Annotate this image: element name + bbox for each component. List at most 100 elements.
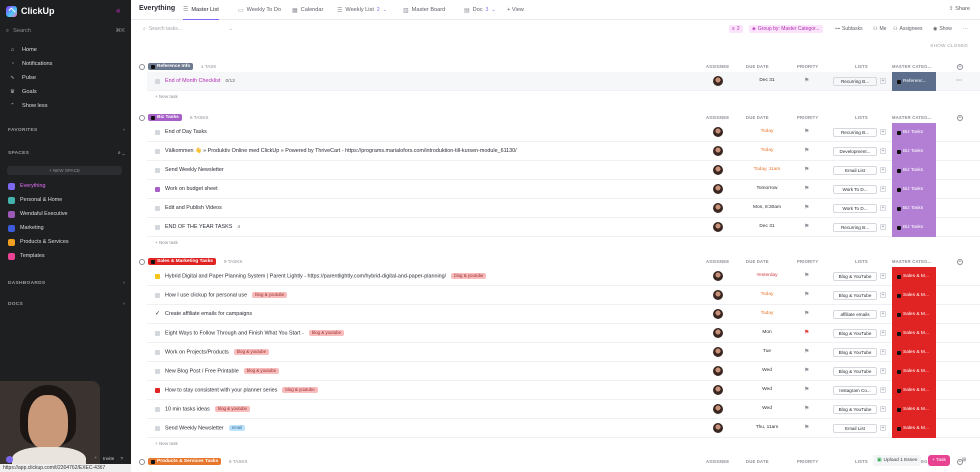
- master-category-cell[interactable]: Biz Tasks: [892, 142, 936, 161]
- show-menu[interactable]: ◉ Show: [933, 25, 952, 33]
- master-category-cell[interactable]: Biz Tasks: [892, 218, 936, 237]
- due-date[interactable]: Tomorrow: [748, 186, 786, 191]
- search-icon[interactable]: ⌕ ⌄: [118, 150, 125, 156]
- status-indicator[interactable]: [155, 187, 160, 192]
- task-tag[interactable]: blog & youtube: [214, 406, 250, 412]
- assignee-avatar[interactable]: [713, 404, 723, 414]
- master-category-cell[interactable]: Biz Tasks: [892, 180, 936, 199]
- sidebar-search[interactable]: ⌕ Search ⌘K: [6, 26, 125, 36]
- favorites-section[interactable]: FAVORITES ›: [8, 128, 125, 133]
- sidebar-item-home[interactable]: ⌂ Home: [0, 44, 131, 56]
- assignee-avatar[interactable]: [713, 423, 723, 433]
- assignee-avatar[interactable]: [713, 146, 723, 156]
- new-task-link[interactable]: + New task: [155, 94, 178, 99]
- more-options-icon[interactable]: ⋯: [963, 25, 968, 33]
- space-item-personal-home[interactable]: Personal & Home: [0, 194, 131, 206]
- assignee-avatar[interactable]: [713, 347, 723, 357]
- task-name[interactable]: Send Weekly Newsletter email: [165, 425, 246, 431]
- due-date[interactable]: Yesterday: [748, 273, 786, 278]
- priority-flag-icon[interactable]: ⚑: [804, 386, 810, 394]
- status-indicator[interactable]: [155, 79, 160, 84]
- due-date[interactable]: Wed: [748, 387, 786, 392]
- assignee-avatar[interactable]: [713, 222, 723, 232]
- task-tag[interactable]: email: [228, 425, 246, 431]
- task-title[interactable]: END OF THE YEAR TASKS: [165, 224, 232, 230]
- master-category-cell[interactable]: Sales & M...: [892, 343, 936, 362]
- task-name[interactable]: Edit and Publish Videos: [165, 205, 222, 211]
- master-category-cell[interactable]: Sales & M...: [892, 267, 936, 286]
- priority-flag-icon[interactable]: ⚑: [804, 329, 810, 337]
- due-date[interactable]: Dec 31: [748, 224, 786, 229]
- master-category-cell[interactable]: Sales & M...: [892, 381, 936, 400]
- priority-flag-icon[interactable]: ⚑: [804, 405, 810, 413]
- task-tag[interactable]: blog & youtube: [451, 273, 487, 279]
- space-item-marketing[interactable]: Marketing: [0, 222, 131, 234]
- list-chip[interactable]: Recurring B...: [833, 223, 877, 232]
- filter-chip[interactable]: ≡ 2: [729, 25, 743, 33]
- task-tag[interactable]: blog & youtube: [233, 349, 270, 355]
- list-chip[interactable]: Work To D...: [833, 204, 877, 213]
- column-header-assignee[interactable]: ASSIGNEE: [706, 459, 729, 464]
- group-tag[interactable]: Biz Tasks: [148, 114, 182, 121]
- master-category-cell[interactable]: Sales & M...: [892, 400, 936, 419]
- list-chip[interactable]: Instagram Co...: [833, 386, 877, 395]
- status-indicator[interactable]: [155, 426, 160, 431]
- table-row[interactable]: End of Month Checklist 0/13 Dec 31 ⚑ Recurri…: [147, 72, 980, 91]
- task-title[interactable]: Work on budget sheet: [165, 186, 218, 192]
- add-list-icon[interactable]: +: [880, 129, 886, 135]
- list-chip[interactable]: Blog & YouTube: [833, 329, 877, 338]
- task-name[interactable]: Eight Ways to Follow Through and Finish …: [165, 330, 345, 336]
- new-task-button[interactable]: + Task: [928, 455, 950, 466]
- status-indicator[interactable]: [155, 168, 160, 173]
- master-category-cell[interactable]: Sales & M...: [892, 324, 936, 343]
- assignee-avatar[interactable]: [713, 184, 723, 194]
- task-search[interactable]: ⌕ Search tasks... ⌄: [143, 25, 233, 33]
- task-title[interactable]: Eight Ways to Follow Through and Finish …: [165, 330, 304, 336]
- due-date[interactable]: Wed: [748, 368, 786, 373]
- table-row[interactable]: Välkommen 👋 » Produktiv Online med Click…: [147, 142, 980, 161]
- column-header-due[interactable]: DUE DATE: [746, 459, 769, 464]
- invite-icon[interactable]: ⁺: [94, 457, 97, 462]
- list-chip[interactable]: Work To D...: [833, 185, 877, 194]
- column-header-priority[interactable]: PRIORITY: [797, 459, 818, 464]
- upload-indicator[interactable]: ▣ Upload 1 Essen: [873, 455, 922, 466]
- add-list-icon[interactable]: +: [880, 167, 886, 173]
- task-title[interactable]: End of Day Tasks: [165, 129, 207, 135]
- master-category-cell[interactable]: Sales & M...: [892, 362, 936, 381]
- add-column-icon[interactable]: +: [957, 114, 963, 121]
- add-column-icon[interactable]: +: [957, 258, 963, 265]
- list-chip[interactable]: Development...: [833, 147, 877, 156]
- assignee-avatar[interactable]: [713, 385, 723, 395]
- task-title[interactable]: Send Weekly Newsletter: [165, 425, 224, 431]
- column-header-assignee[interactable]: ASSIGNEE: [706, 64, 729, 69]
- table-row[interactable]: How to stay consistent with your planner…: [147, 381, 980, 400]
- task-title[interactable]: How I use clickup for personal use: [165, 292, 247, 298]
- assignee-avatar[interactable]: [713, 366, 723, 376]
- task-title[interactable]: End of Month Checklist: [165, 78, 220, 84]
- master-category-cell[interactable]: Biz Tasks: [892, 199, 936, 218]
- status-indicator[interactable]: [155, 369, 160, 374]
- due-date[interactable]: Today: [748, 148, 786, 153]
- collapse-group-icon[interactable]: [139, 458, 145, 465]
- add-list-icon[interactable]: +: [880, 425, 886, 431]
- add-list-icon[interactable]: +: [880, 148, 886, 154]
- avatar[interactable]: [6, 455, 13, 463]
- add-list-icon[interactable]: +: [880, 330, 886, 336]
- spaces-section[interactable]: SPACES ⌕ ⌄: [8, 150, 125, 157]
- due-date[interactable]: Today, 11am: [748, 167, 786, 172]
- space-item-templates[interactable]: Templates: [0, 250, 131, 262]
- add-list-icon[interactable]: +: [880, 186, 886, 192]
- add-list-icon[interactable]: +: [880, 406, 886, 412]
- new-space-button[interactable]: + NEW SPACE: [7, 166, 122, 175]
- list-chip[interactable]: Blog & YouTube: [833, 367, 877, 376]
- column-header-lists[interactable]: LISTS: [855, 64, 868, 69]
- tab-calendar[interactable]: ▦ Calendar: [292, 0, 323, 20]
- task-title[interactable]: Work on Projects/Products: [165, 349, 229, 355]
- dashboards-section[interactable]: DASHBOARDS ›: [8, 281, 125, 286]
- assignees-filter[interactable]: ⚇ Assignees: [893, 25, 923, 33]
- row-menu-icon[interactable]: ⋯: [956, 77, 962, 84]
- column-header-priority[interactable]: PRIORITY: [797, 259, 818, 264]
- assignee-avatar[interactable]: [713, 76, 723, 86]
- add-list-icon[interactable]: +: [880, 78, 886, 84]
- status-indicator[interactable]: [155, 149, 160, 154]
